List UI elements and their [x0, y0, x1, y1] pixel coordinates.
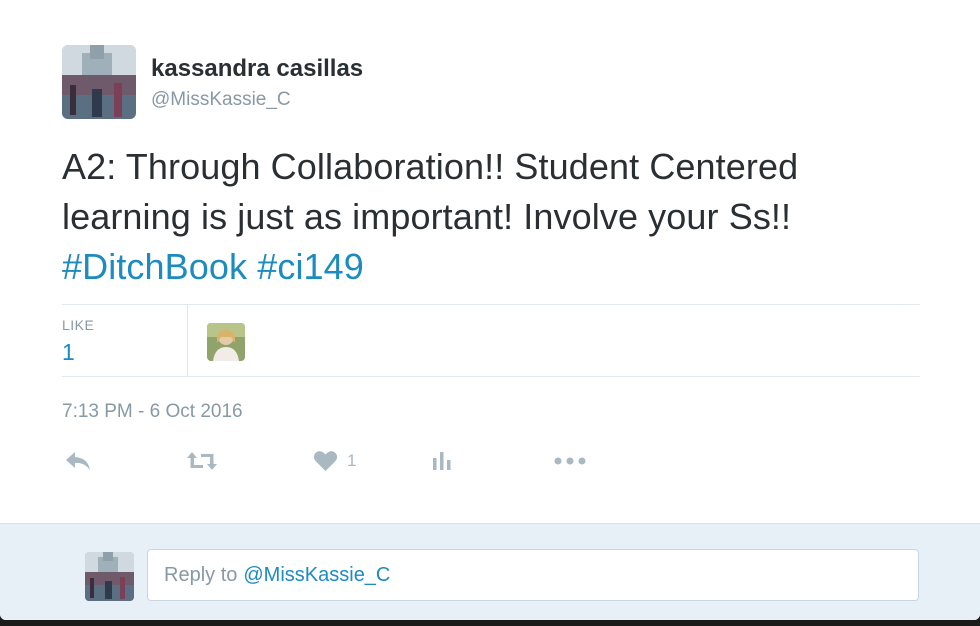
- more-icon: [554, 455, 586, 467]
- hashtag-ci149[interactable]: #ci149: [257, 246, 364, 287]
- author-handle[interactable]: @MissKassie_C: [151, 89, 291, 111]
- tweet-body: A2: Through Collaboration!! Student Cent…: [62, 146, 799, 237]
- like-button[interactable]: 1: [313, 446, 356, 476]
- reply-button[interactable]: [64, 446, 92, 476]
- more-button[interactable]: [554, 446, 586, 476]
- reply-area: Reply to @MissKassie_C: [0, 523, 980, 620]
- tweet-stats: LIKE 1: [62, 304, 920, 377]
- author-avatar[interactable]: [62, 45, 136, 119]
- author-display-name[interactable]: kassandra casillas: [151, 55, 363, 83]
- hashtag-ditchbook[interactable]: #DitchBook: [62, 246, 247, 287]
- retweet-icon: [186, 450, 218, 472]
- tweet-text: A2: Through Collaboration!! Student Cent…: [62, 142, 932, 292]
- like-stat[interactable]: LIKE 1: [62, 305, 188, 376]
- current-user-avatar: [85, 552, 134, 601]
- tweet-timestamp[interactable]: 7:13 PM - 6 Oct 2016: [62, 401, 243, 423]
- like-stat-count[interactable]: 1: [62, 339, 75, 366]
- tweet-card: kassandra casillas @MissKassie_C A2: Thr…: [0, 0, 980, 620]
- page: kassandra casillas @MissKassie_C A2: Thr…: [0, 0, 980, 626]
- retweet-button[interactable]: [186, 446, 218, 476]
- reply-input[interactable]: Reply to @MissKassie_C: [147, 549, 919, 601]
- reply-mention: @MissKassie_C: [243, 563, 391, 586]
- heart-icon: [313, 450, 338, 472]
- analytics-icon: [432, 450, 452, 472]
- reply-prefix: Reply to: [164, 563, 238, 586]
- liker-avatar[interactable]: [207, 323, 245, 361]
- reply-icon: [64, 450, 92, 472]
- like-stat-label: LIKE: [62, 317, 95, 333]
- analytics-button[interactable]: [432, 446, 452, 476]
- like-action-count: 1: [347, 451, 357, 470]
